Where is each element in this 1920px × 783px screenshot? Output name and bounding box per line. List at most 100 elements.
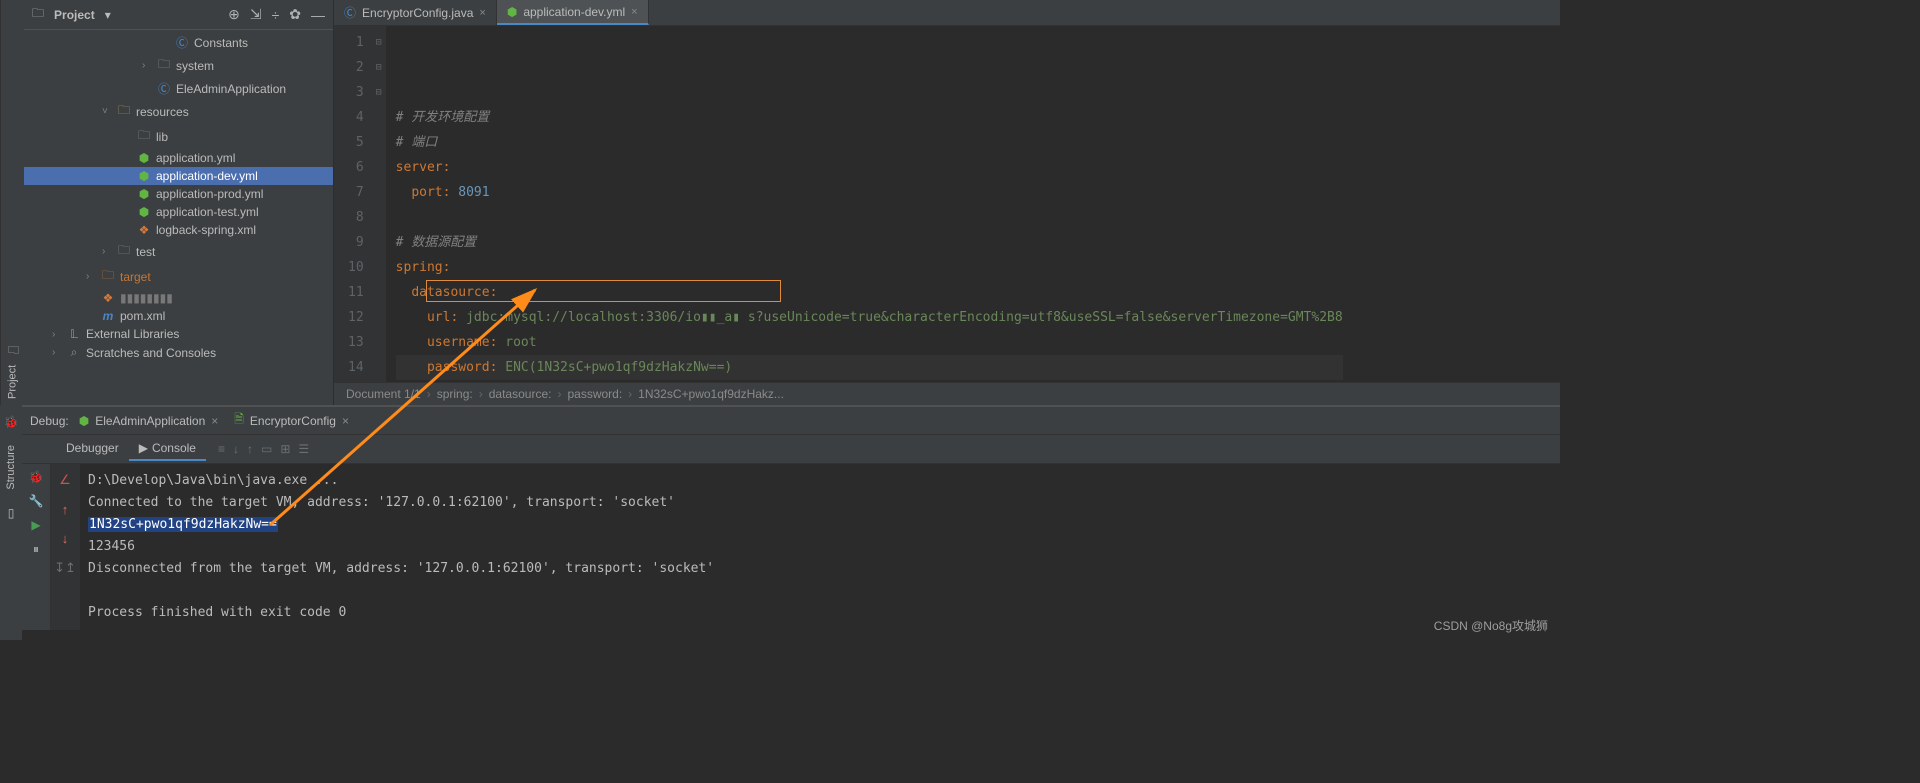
tree-node-icon: Ⓒ bbox=[174, 34, 190, 51]
code-line[interactable]: driver-cl▮▮s-name: com.mysql.cj.jdbc.Dri… bbox=[396, 380, 1343, 382]
down-arrow-icon[interactable]: ↓ bbox=[62, 531, 69, 546]
editor-tab[interactable]: Ⓒ EncryptorConfig.java × bbox=[334, 0, 497, 25]
code-line[interactable]: # 数据源配置 bbox=[396, 230, 1343, 255]
close-icon[interactable]: × bbox=[211, 414, 218, 428]
close-icon[interactable]: × bbox=[479, 7, 485, 19]
breadcrumb[interactable]: Document 1/1›spring:›datasource:›passwor… bbox=[334, 382, 1560, 405]
tree-item[interactable]: ❖ ▮▮▮▮▮▮▮▮ bbox=[24, 289, 333, 307]
project-tree[interactable]: Ⓒ Constants› 🗀 system Ⓒ EleAdminApplicat… bbox=[24, 30, 333, 405]
file-icon: Ⓒ bbox=[344, 4, 356, 21]
code-line[interactable]: port: 8091 bbox=[396, 180, 1343, 205]
tree-item[interactable]: Ⓒ EleAdminApplication bbox=[24, 78, 333, 99]
debug-pause-icon[interactable]: ⏸ bbox=[33, 542, 39, 557]
code-line[interactable]: # 开发环境配置 bbox=[396, 105, 1343, 130]
code-line[interactable]: datasource: bbox=[396, 280, 1343, 305]
project-icon: 🗀 bbox=[32, 4, 44, 25]
tree-item[interactable]: › 🗀 test bbox=[24, 239, 333, 264]
debug-panel: Debug: ⬢ EleAdminApplication ×🗎 Encrypto… bbox=[22, 405, 1560, 630]
code-line[interactable]: username: root bbox=[396, 330, 1343, 355]
debug-strip-icon[interactable]: 🐞 bbox=[4, 415, 19, 429]
debug-title: Debug: bbox=[30, 414, 69, 428]
console-side-tools[interactable]: ∠ ↑ ↓ ↧↥ bbox=[50, 464, 80, 630]
config-label: EleAdminApplication bbox=[95, 414, 205, 428]
editor-tab[interactable]: ⬢ application-dev.yml × bbox=[497, 0, 649, 25]
tree-arrow-icon[interactable]: › bbox=[52, 347, 62, 358]
gear-icon[interactable]: ✿ bbox=[289, 6, 301, 23]
tree-item[interactable]: › ⌕ Scratches and Consoles bbox=[24, 343, 333, 362]
editor-body[interactable]: 1234567891011121314 ⊟⊟⊟ # 开发环境配置# 端口serv… bbox=[334, 26, 1560, 382]
config-label: EncryptorConfig bbox=[250, 414, 336, 428]
tree-item[interactable]: 🗀 lib bbox=[24, 124, 333, 149]
up-arrow-icon[interactable]: ↑ bbox=[62, 502, 69, 517]
threads-icon[interactable]: ⊞ bbox=[280, 442, 290, 456]
config-icon: ⬢ bbox=[79, 414, 89, 428]
tree-item[interactable]: m pom.xml bbox=[24, 307, 333, 325]
run-config[interactable]: 🗎 EncryptorConfig × bbox=[234, 410, 349, 431]
tree-node-label: application-dev.yml bbox=[156, 169, 258, 183]
tree-node-icon: Ⓒ bbox=[156, 80, 172, 97]
tree-item[interactable]: › 🗀 system bbox=[24, 53, 333, 78]
debug-window-tools[interactable]: 🐞 🔧 ▶ ⏸ bbox=[22, 464, 50, 630]
breadcrumb-item[interactable]: Document 1/1 bbox=[346, 387, 421, 401]
tree-node-icon: m bbox=[100, 309, 116, 323]
step-into-icon[interactable]: ↓ bbox=[233, 442, 239, 456]
code-area[interactable]: # 开发环境配置# 端口server: port: 8091 # 数据源配置spr… bbox=[386, 26, 1343, 382]
code-line[interactable] bbox=[396, 205, 1343, 230]
expand-icon[interactable]: ⇲ bbox=[250, 6, 262, 23]
bookmark-strip-icon[interactable]: ▯ bbox=[8, 506, 15, 520]
tree-item[interactable]: ⬢ application-dev.yml bbox=[24, 167, 333, 185]
tree-item[interactable]: ⬢ application.yml bbox=[24, 149, 333, 167]
code-line[interactable]: server: bbox=[396, 155, 1343, 180]
tree-item[interactable]: ⬢ application-prod.yml bbox=[24, 185, 333, 203]
structure-tab-label[interactable]: Structure bbox=[5, 445, 17, 490]
debug-tool-icons[interactable]: ≡ ↓ ↑ ▭ ⊞ ☰ bbox=[208, 442, 309, 456]
fold-gutter[interactable]: ⊟⊟⊟ bbox=[372, 26, 386, 382]
dropdown-icon[interactable]: ▾ bbox=[105, 8, 111, 22]
step-over-icon[interactable]: ≡ bbox=[218, 442, 225, 456]
tree-node-icon: ❖ bbox=[100, 291, 116, 305]
code-line[interactable]: password: ENC(1N32sC+pwo1qf9dzHakzNw==) bbox=[396, 355, 1343, 380]
tree-arrow-icon[interactable]: › bbox=[86, 271, 96, 282]
breadcrumb-item[interactable]: 1N32sC+pwo1qf9dzHakz... bbox=[638, 387, 784, 401]
tree-node-label: system bbox=[176, 59, 214, 73]
tree-item[interactable]: › 𝕃 External Libraries bbox=[24, 325, 333, 343]
breadcrumb-item[interactable]: datasource: bbox=[489, 387, 552, 401]
step-out-icon[interactable]: ↑ bbox=[247, 442, 253, 456]
debug-tab[interactable]: Debugger bbox=[56, 437, 129, 461]
breadcrumb-item[interactable]: spring: bbox=[437, 387, 473, 401]
code-line[interactable]: spring: bbox=[396, 255, 1343, 280]
close-icon[interactable]: × bbox=[342, 414, 349, 428]
frames-icon[interactable]: ▭ bbox=[261, 442, 272, 456]
project-tab-icon: 🗀 bbox=[3, 340, 22, 359]
close-icon[interactable]: × bbox=[631, 6, 637, 18]
left-tool-strip: 🐞 Structure ▯ bbox=[0, 405, 22, 640]
console-line bbox=[88, 580, 1552, 602]
breadcrumb-item[interactable]: password: bbox=[567, 387, 622, 401]
tree-item[interactable]: ⬢ application-test.yml bbox=[24, 203, 333, 221]
debug-bug-icon[interactable]: 🐞 bbox=[29, 470, 44, 484]
tool-window-tab-project[interactable]: Project 🗀 bbox=[0, 0, 24, 405]
tree-item[interactable]: › 🗀 target bbox=[24, 264, 333, 289]
tree-item[interactable]: ˅ 🗀 resources bbox=[24, 99, 333, 124]
tree-arrow-icon[interactable]: › bbox=[52, 329, 62, 340]
tree-item[interactable]: Ⓒ Constants bbox=[24, 32, 333, 53]
tab-label: Console bbox=[152, 441, 196, 455]
soft-wrap-icon[interactable]: ↧↥ bbox=[54, 560, 76, 576]
clear-icon[interactable]: ∠ bbox=[59, 472, 71, 488]
tree-arrow-icon[interactable]: ˅ bbox=[102, 106, 112, 117]
tree-arrow-icon[interactable]: › bbox=[102, 246, 112, 257]
tree-item[interactable]: ❖ logback-spring.xml bbox=[24, 221, 333, 239]
target-icon[interactable]: ⊕ bbox=[228, 6, 240, 23]
minimize-icon[interactable]: — bbox=[311, 7, 325, 23]
run-config[interactable]: ⬢ EleAdminApplication × bbox=[79, 410, 219, 431]
code-line[interactable]: # 端口 bbox=[396, 130, 1343, 155]
layout-icon[interactable]: ☰ bbox=[298, 442, 309, 456]
divide-icon[interactable]: ÷ bbox=[272, 7, 280, 23]
debug-tab[interactable]: ▶Console bbox=[129, 437, 206, 461]
tree-node-icon: ⬢ bbox=[136, 205, 152, 219]
debug-tool-icon[interactable]: 🔧 bbox=[29, 494, 44, 508]
code-line[interactable]: url: jdbc:mysql://localhost:3306/io▮▮_a▮… bbox=[396, 305, 1343, 330]
tree-arrow-icon[interactable]: › bbox=[142, 60, 152, 71]
console-output[interactable]: D:\Develop\Java\bin\java.exe ...Connecte… bbox=[80, 464, 1560, 630]
debug-play-icon[interactable]: ▶ bbox=[31, 518, 40, 532]
